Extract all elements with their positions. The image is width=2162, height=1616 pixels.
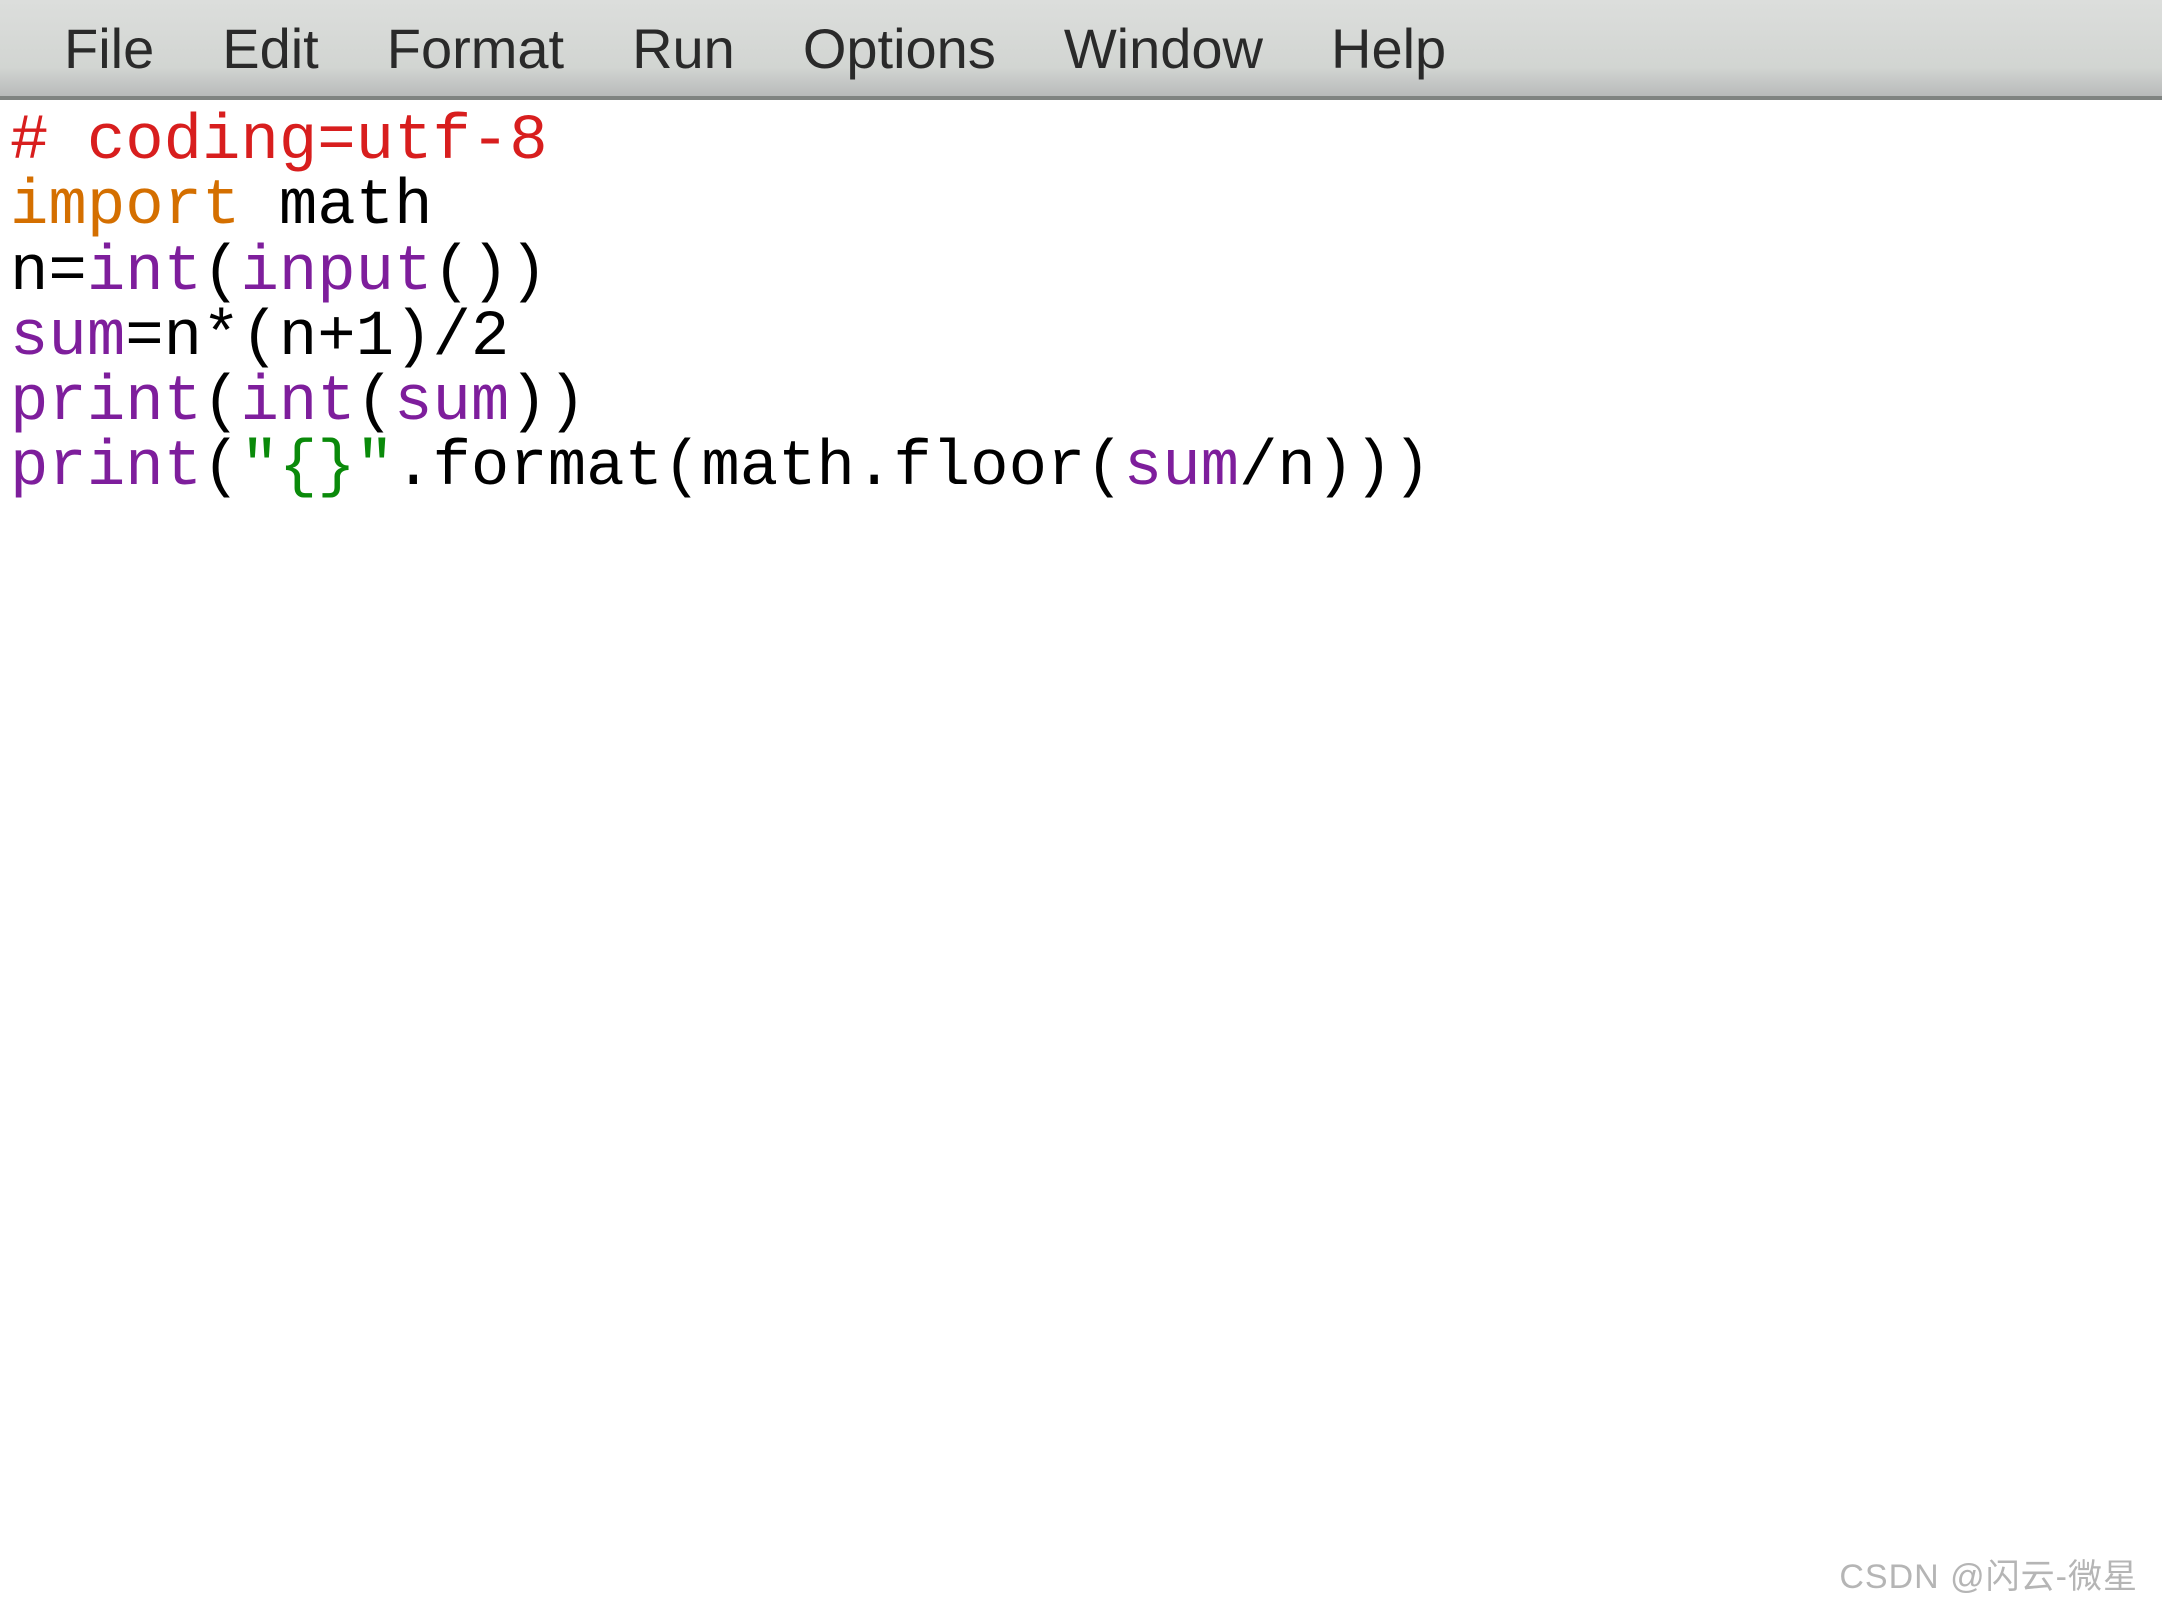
code-editor[interactable]: # coding=utf-8 import math n=int(input()… xyxy=(0,100,2162,1616)
menu-format[interactable]: Format xyxy=(353,16,598,81)
code-line-5-c: )) xyxy=(509,367,586,439)
menu-file[interactable]: File xyxy=(30,16,188,81)
menu-options[interactable]: Options xyxy=(769,16,1030,81)
menu-help[interactable]: Help xyxy=(1297,16,1480,81)
menu-window[interactable]: Window xyxy=(1030,16,1297,81)
code-line-5-int: int xyxy=(240,367,355,439)
code-line-6-str: "{}" xyxy=(240,432,394,504)
code-line-6-b: .format(math.floor( xyxy=(394,432,1124,504)
menu-bar: File Edit Format Run Options Window Help xyxy=(0,0,2162,100)
code-line-3-input: input xyxy=(240,237,432,309)
watermark: CSDN @闪云-微星 xyxy=(1839,1549,2138,1598)
code-line-3-int: int xyxy=(87,237,202,309)
code-line-6-sum: sum xyxy=(1124,432,1239,504)
code-line-2-keyword: import xyxy=(10,171,240,243)
code-line-6-c: /n))) xyxy=(1239,432,1431,504)
code-line-3-b: ( xyxy=(202,237,240,309)
code-line-5-b: ( xyxy=(356,367,394,439)
code-line-1-comment: # coding=utf-8 xyxy=(10,106,548,178)
code-line-6-print: print xyxy=(10,432,202,504)
code-line-3-c: ()) xyxy=(432,237,547,309)
code-line-5-a: ( xyxy=(202,367,240,439)
code-line-6-a: ( xyxy=(202,432,240,504)
code-line-3-a: n= xyxy=(10,237,87,309)
code-line-2-module: math xyxy=(240,171,432,243)
code-line-4-sum: sum xyxy=(10,302,125,374)
code-line-5-print: print xyxy=(10,367,202,439)
code-line-5-sum: sum xyxy=(394,367,509,439)
menu-run[interactable]: Run xyxy=(598,16,769,81)
code-line-4-b: =n*(n+1)/2 xyxy=(125,302,509,374)
menu-edit[interactable]: Edit xyxy=(188,16,353,81)
